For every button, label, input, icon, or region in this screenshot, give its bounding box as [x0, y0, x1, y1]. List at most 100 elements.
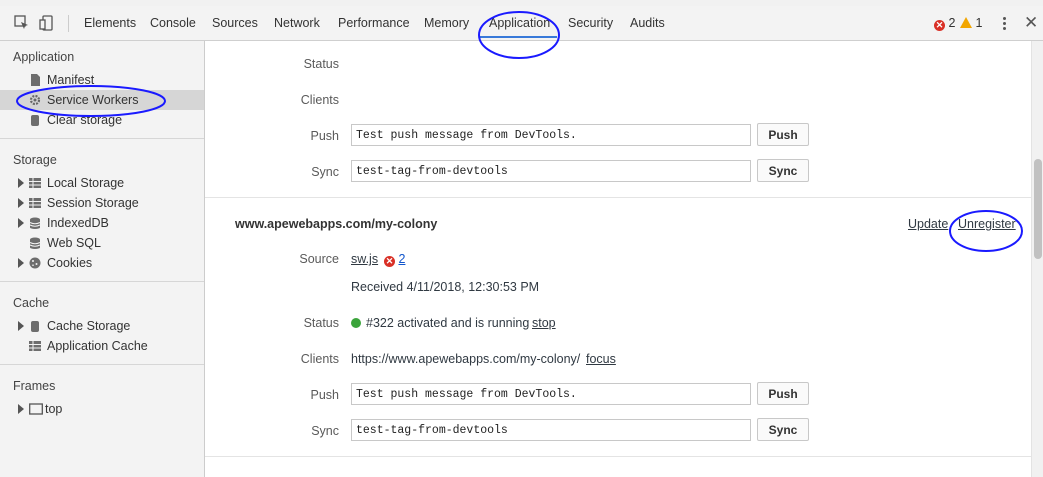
- source-file-link[interactable]: sw.js: [351, 252, 378, 266]
- grid-icon: [29, 341, 41, 351]
- section-title-frames: Frames: [13, 379, 56, 393]
- worker-divider: [205, 197, 1031, 198]
- sidebar-item-label: IndexedDB: [47, 216, 109, 230]
- sidebar: Application Manifest Service Workers Cle…: [0, 41, 205, 477]
- error-count-badge[interactable]: ✕ 2: [934, 16, 955, 31]
- close-devtools-icon[interactable]: ✕: [1024, 13, 1038, 33]
- client-url: https://www.apewebapps.com/my-colony/: [351, 352, 581, 366]
- expand-arrow-icon[interactable]: [18, 258, 24, 268]
- worker1-sync-input[interactable]: test-tag-from-devtools: [351, 160, 751, 182]
- worker2-push-label: Push: [310, 388, 340, 402]
- worker1-status-label: Status: [303, 57, 339, 71]
- section-title-storage: Storage: [13, 153, 57, 167]
- sidebar-item-cache-storage[interactable]: Cache Storage: [0, 316, 204, 336]
- section-divider: [0, 138, 204, 139]
- sidebar-item-label: Web SQL: [47, 236, 101, 250]
- sidebar-item-label: Application Cache: [47, 339, 148, 353]
- worker1-sync-button[interactable]: Sync: [757, 159, 809, 182]
- worker2-clients-label: Clients: [300, 352, 339, 366]
- section-title-application: Application: [13, 50, 75, 64]
- expand-arrow-icon[interactable]: [18, 198, 24, 208]
- worker2-status: #322 activated and is running: [351, 316, 529, 330]
- sidebar-item-label: Cookies: [47, 256, 93, 270]
- grid-icon: [29, 198, 41, 208]
- tab-performance[interactable]: Performance: [338, 16, 410, 30]
- sidebar-item-label: Manifest: [47, 73, 95, 87]
- source-errors-count[interactable]: 2: [398, 252, 405, 266]
- focus-link[interactable]: focus: [586, 352, 616, 366]
- worker1-push-input[interactable]: Test push message from DevTools.: [351, 124, 751, 146]
- tab-audits[interactable]: Audits: [630, 16, 665, 30]
- active-tab-indicator: [480, 36, 557, 38]
- worker1-clients-label: Clients: [300, 93, 339, 107]
- stop-link[interactable]: stop: [532, 316, 556, 330]
- sidebar-item-label: top: [45, 402, 63, 416]
- device-toolbar-icon[interactable]: [39, 15, 55, 31]
- database-icon: [31, 115, 39, 126]
- sidebar-item-clear-storage[interactable]: Clear storage: [0, 110, 204, 130]
- running-status-icon: [351, 318, 361, 328]
- status-text: #322 activated and is running: [366, 316, 530, 330]
- worker2-push-button[interactable]: Push: [757, 382, 809, 405]
- sidebar-item-top-frame[interactable]: top: [0, 399, 204, 419]
- expand-arrow-icon[interactable]: [18, 404, 24, 414]
- sidebar-item-cookies[interactable]: Cookies: [0, 253, 204, 273]
- warning-count: 1: [975, 16, 983, 30]
- database-icon: [31, 321, 39, 332]
- grid-icon: [29, 178, 41, 188]
- toolbar-separator: [68, 15, 69, 32]
- expand-arrow-icon[interactable]: [18, 218, 24, 228]
- tab-network[interactable]: Network: [274, 16, 320, 30]
- error-count: 2: [948, 16, 956, 30]
- section-divider: [0, 281, 204, 282]
- worker1-sync-label: Sync: [311, 165, 339, 179]
- worker2-sync-label: Sync: [311, 424, 339, 438]
- source-errors[interactable]: ✕ 2: [384, 252, 405, 267]
- sidebar-item-indexeddb[interactable]: IndexedDB: [0, 213, 204, 233]
- sidebar-item-service-workers[interactable]: Service Workers: [0, 90, 204, 110]
- worker-divider: [205, 456, 1031, 457]
- worker1-push-button[interactable]: Push: [757, 123, 809, 146]
- devtools-toolbar: Elements Console Sources Network Perform…: [0, 6, 1043, 41]
- gear-icon: [29, 94, 41, 106]
- warning-count-badge[interactable]: 1: [960, 16, 982, 30]
- inspect-element-icon[interactable]: [14, 15, 30, 31]
- sidebar-item-application-cache[interactable]: Application Cache: [0, 336, 204, 356]
- worker2-push-input[interactable]: Test push message from DevTools.: [351, 383, 751, 405]
- tab-memory[interactable]: Memory: [424, 16, 469, 30]
- worker1-push-label: Push: [310, 129, 340, 143]
- update-link[interactable]: Update: [908, 217, 948, 231]
- tab-elements[interactable]: Elements: [84, 16, 136, 30]
- worker2-source-label: Source: [299, 252, 339, 266]
- worker2-sync-button[interactable]: Sync: [757, 418, 809, 441]
- expand-arrow-icon[interactable]: [18, 321, 24, 331]
- cookie-icon: [29, 257, 41, 269]
- error-icon: ✕: [934, 20, 945, 31]
- more-options-icon[interactable]: [1003, 17, 1007, 32]
- frame-icon: [29, 403, 43, 415]
- sidebar-item-web-sql[interactable]: Web SQL: [0, 233, 204, 253]
- received-time: Received 4/11/2018, 12:30:53 PM: [351, 280, 540, 294]
- expand-arrow-icon[interactable]: [18, 178, 24, 188]
- unregister-link[interactable]: Unregister: [958, 217, 1016, 231]
- main-scrollbar[interactable]: [1031, 41, 1043, 477]
- sidebar-item-label: Cache Storage: [47, 319, 131, 333]
- section-divider: [0, 364, 204, 365]
- database-icon: [29, 237, 41, 249]
- worker2-scope: www.apewebapps.com/my-colony: [235, 217, 438, 231]
- sidebar-item-session-storage[interactable]: Session Storage: [0, 193, 204, 213]
- error-icon: ✕: [384, 256, 395, 267]
- sidebar-item-local-storage[interactable]: Local Storage: [0, 173, 204, 193]
- manifest-file-icon: [31, 74, 40, 86]
- worker2-sync-input[interactable]: test-tag-from-devtools: [351, 419, 751, 441]
- scrollbar-thumb[interactable]: [1034, 159, 1042, 259]
- sidebar-item-label: Service Workers: [47, 93, 139, 107]
- tab-security[interactable]: Security: [568, 16, 613, 30]
- sidebar-item-label: Session Storage: [47, 196, 139, 210]
- worker2-status-label: Status: [303, 316, 339, 330]
- sidebar-item-manifest[interactable]: Manifest: [0, 70, 204, 90]
- tab-console[interactable]: Console: [150, 16, 196, 30]
- tab-sources[interactable]: Sources: [212, 16, 258, 30]
- database-icon: [29, 217, 41, 229]
- tab-application[interactable]: Application: [489, 16, 550, 30]
